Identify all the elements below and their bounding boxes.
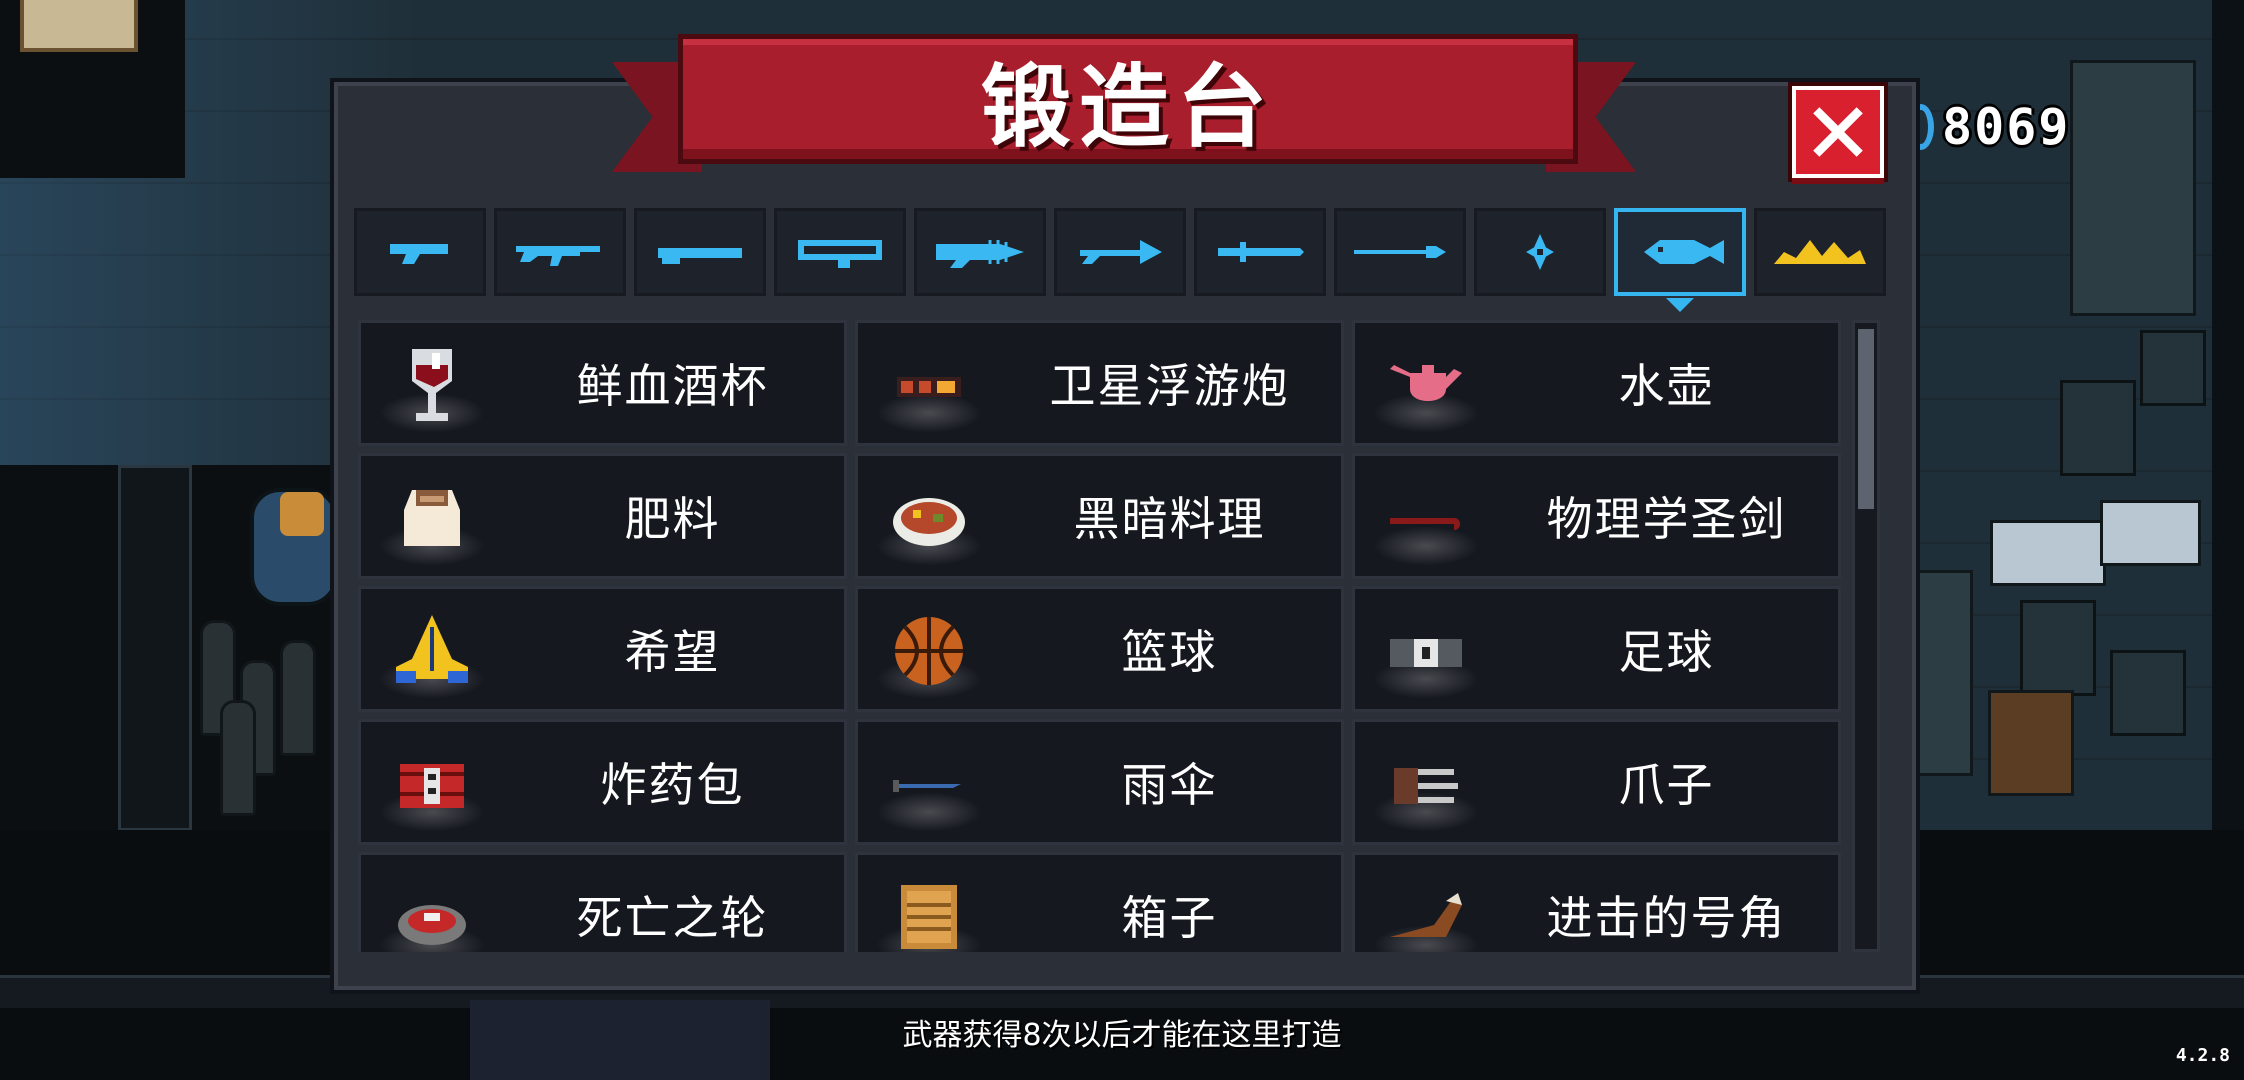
rifle-icon — [516, 246, 600, 266]
item-label: 鲜血酒杯 — [576, 359, 769, 413]
item-card[interactable]: 雨伞 — [855, 719, 1344, 845]
tab-laser[interactable] — [914, 208, 1046, 296]
item-card[interactable]: 希望 — [358, 586, 847, 712]
item-label: 进击的号角 — [1546, 891, 1787, 945]
crate — [2110, 650, 2186, 736]
item-label: 物理学圣剑 — [1546, 492, 1787, 546]
door — [118, 465, 192, 831]
dark-dish-icon — [893, 498, 965, 546]
item-label: 希望 — [624, 625, 721, 679]
spear-icon — [1354, 246, 1446, 258]
pistol-icon — [390, 244, 448, 264]
tab-other[interactable] — [1614, 208, 1746, 312]
sword-icon — [1218, 242, 1304, 262]
dynamite-icon — [400, 764, 464, 808]
item-label: 篮球 — [1121, 625, 1218, 679]
praying-hands-icon — [396, 615, 468, 683]
cabinet — [1915, 570, 1973, 776]
item-list[interactable]: 鲜血酒杯 卫星浮游炮 水壶 肥料 黑暗料理 物理学圣剑 希望 篮球 足球 炸药包… — [358, 320, 1842, 952]
tab-launcher[interactable] — [774, 208, 906, 296]
basketball-icon — [895, 617, 963, 685]
item-card[interactable]: 水壶 — [1352, 320, 1841, 446]
satellite-cannon-icon — [897, 377, 961, 397]
item-card[interactable]: 爪子 — [1352, 719, 1841, 845]
category-tabs — [354, 208, 1886, 312]
crate — [2060, 380, 2136, 476]
item-label: 箱子 — [1121, 891, 1218, 945]
wine-glass-icon — [412, 349, 452, 421]
pipe — [1990, 520, 2106, 586]
item-label: 雨伞 — [1121, 758, 1218, 812]
crown-icon — [1774, 240, 1866, 264]
teapot-icon — [1390, 365, 1462, 401]
umbrella-icon — [893, 780, 961, 792]
item-card[interactable]: 黑暗料理 — [855, 453, 1344, 579]
gas-tank — [280, 640, 316, 756]
item-card[interactable]: 卫星浮游炮 — [855, 320, 1344, 446]
version-label: 4.2.8 — [2175, 1045, 2230, 1066]
bow-icon — [1080, 240, 1162, 264]
wall-picture — [20, 0, 138, 52]
tab-bow[interactable] — [1054, 208, 1186, 296]
item-card[interactable]: 鲜血酒杯 — [358, 320, 847, 446]
crate — [2020, 600, 2096, 696]
soccer-icon — [1390, 639, 1462, 667]
laser-gun-icon — [936, 240, 1024, 268]
close-icon — [1813, 107, 1863, 157]
tab-shotgun[interactable] — [634, 208, 766, 296]
item-card[interactable]: 箱子 — [855, 852, 1344, 952]
chair — [1988, 690, 2074, 796]
item-label: 肥料 — [624, 492, 721, 546]
item-label: 足球 — [1618, 625, 1715, 679]
shotgun-icon — [658, 248, 742, 264]
coin-value: 8069 — [1942, 98, 2071, 156]
death-wheel-icon — [398, 905, 466, 945]
fertilizer-bag-icon — [404, 490, 460, 546]
tab-sword[interactable] — [1194, 208, 1326, 296]
machine — [2070, 60, 2196, 316]
forge-hint: 武器获得8次以后才能在这里打造 — [902, 1018, 1342, 1053]
item-card[interactable]: 肥料 — [358, 453, 847, 579]
item-card[interactable]: 篮球 — [855, 586, 1344, 712]
gas-tank — [220, 700, 256, 816]
right-wall — [2212, 0, 2244, 830]
title-banner: 锻造台 — [678, 34, 1578, 164]
item-label: 黑暗料理 — [1073, 492, 1266, 546]
tab-special[interactable] — [1754, 208, 1886, 296]
tab-throwing[interactable] — [1474, 208, 1606, 296]
item-card[interactable]: 炸药包 — [358, 719, 847, 845]
item-card[interactable]: 死亡之轮 — [358, 852, 847, 952]
item-card[interactable]: 物理学圣剑 — [1352, 453, 1841, 579]
claw-icon — [1394, 768, 1458, 804]
item-label: 炸药包 — [600, 758, 745, 812]
horn-icon — [1390, 893, 1462, 937]
tab-pistol[interactable] — [354, 208, 486, 296]
shuriken-icon — [1526, 234, 1554, 270]
item-label: 卫星浮游炮 — [1049, 359, 1290, 413]
scrollbar-thumb[interactable] — [1858, 329, 1874, 509]
page-title: 锻造台 — [981, 55, 1275, 160]
tab-pointer — [1666, 298, 1694, 312]
item-label: 爪子 — [1618, 758, 1715, 812]
item-label: 水壶 — [1618, 359, 1715, 413]
crowbar-icon — [1390, 518, 1460, 530]
coin-counter: 8069 — [1908, 98, 2070, 156]
tab-spear[interactable] — [1334, 208, 1466, 296]
crate-icon — [901, 885, 957, 949]
tab-rifle[interactable] — [494, 208, 626, 296]
crate — [2140, 330, 2206, 406]
fish-icon — [1644, 240, 1724, 264]
item-card[interactable]: 足球 — [1352, 586, 1841, 712]
npc-head — [280, 492, 324, 536]
item-label: 死亡之轮 — [576, 891, 769, 945]
list-scrollbar[interactable] — [1852, 320, 1880, 952]
close-button[interactable] — [1792, 86, 1884, 178]
pipe — [2100, 500, 2201, 566]
launcher-icon — [798, 240, 882, 268]
item-card[interactable]: 进击的号角 — [1352, 852, 1841, 952]
